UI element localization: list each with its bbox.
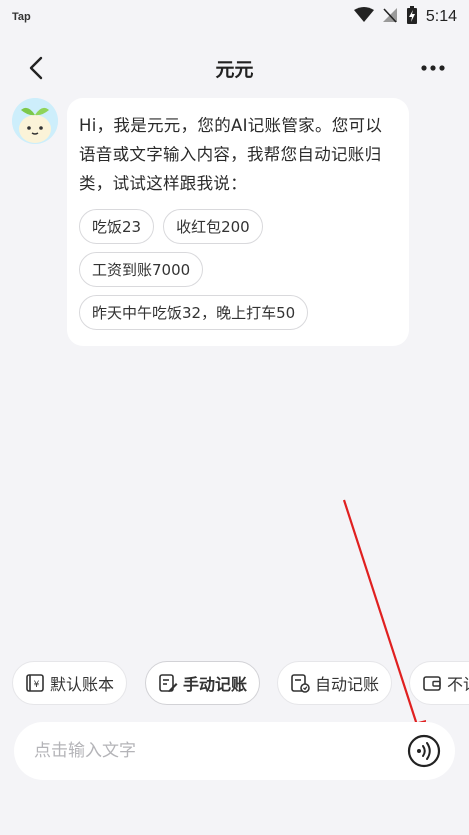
no-record-button[interactable]: 不记	[409, 661, 469, 705]
suggestion-chip[interactable]: 昨天中午吃饭32，晚上打车50	[79, 295, 309, 330]
more-dots-icon	[421, 65, 445, 71]
no-signal-icon	[382, 7, 398, 27]
suggestion-chip[interactable]: 收红包200	[163, 209, 263, 244]
status-time: 5:14	[425, 8, 457, 25]
nav-bar: 元元	[0, 44, 469, 92]
back-button[interactable]	[22, 54, 50, 82]
text-input[interactable]	[34, 741, 407, 761]
manual-record-button[interactable]: 手动记账	[145, 661, 261, 705]
suggestion-chip[interactable]: 吃饭23	[79, 209, 155, 244]
ledger-icon: ¥	[25, 673, 45, 693]
wallet-icon	[422, 673, 442, 693]
wifi-icon	[353, 7, 374, 27]
status-icons: 5:14	[353, 6, 457, 28]
more-button[interactable]	[419, 54, 447, 82]
assistant-message-text: Hi，我是元元，您的AI记账管家。您可以语音或文字输入内容，我帮您自动记账归类，…	[79, 116, 383, 193]
voice-icon	[407, 734, 441, 768]
auto-record-button[interactable]: 自动记账	[277, 661, 393, 705]
voice-input-button[interactable]	[407, 734, 441, 768]
message-input-bar	[14, 722, 455, 780]
battery-charging-icon	[406, 6, 418, 28]
default-ledger-label: 默认账本	[50, 675, 115, 694]
status-bar: Tap 5:14	[0, 0, 469, 34]
suggestion-list: 吃饭23 收红包200 工资到账7000 昨天中午吃饭32，晚上打车50	[79, 209, 339, 330]
manual-record-label: 手动记账	[183, 675, 248, 694]
page-title: 元元	[215, 58, 254, 81]
assistant-avatar	[12, 98, 58, 144]
quick-action-bar: ¥ 默认账本 手动记账 自动记账 不记	[0, 661, 469, 707]
svg-text:¥: ¥	[34, 680, 40, 690]
chevron-left-icon	[29, 56, 43, 80]
assistant-message-bubble: Hi，我是元元，您的AI记账管家。您可以语音或文字输入内容，我帮您自动记账归类，…	[67, 98, 409, 346]
default-ledger-button[interactable]: ¥ 默认账本	[12, 661, 128, 705]
no-record-label: 不记	[447, 675, 469, 694]
suggestion-chip[interactable]: 工资到账7000	[79, 252, 204, 287]
edit-icon	[158, 673, 178, 693]
auto-record-icon	[290, 673, 310, 693]
auto-record-label: 自动记账	[315, 675, 380, 694]
status-app-label: Tap	[12, 11, 31, 23]
